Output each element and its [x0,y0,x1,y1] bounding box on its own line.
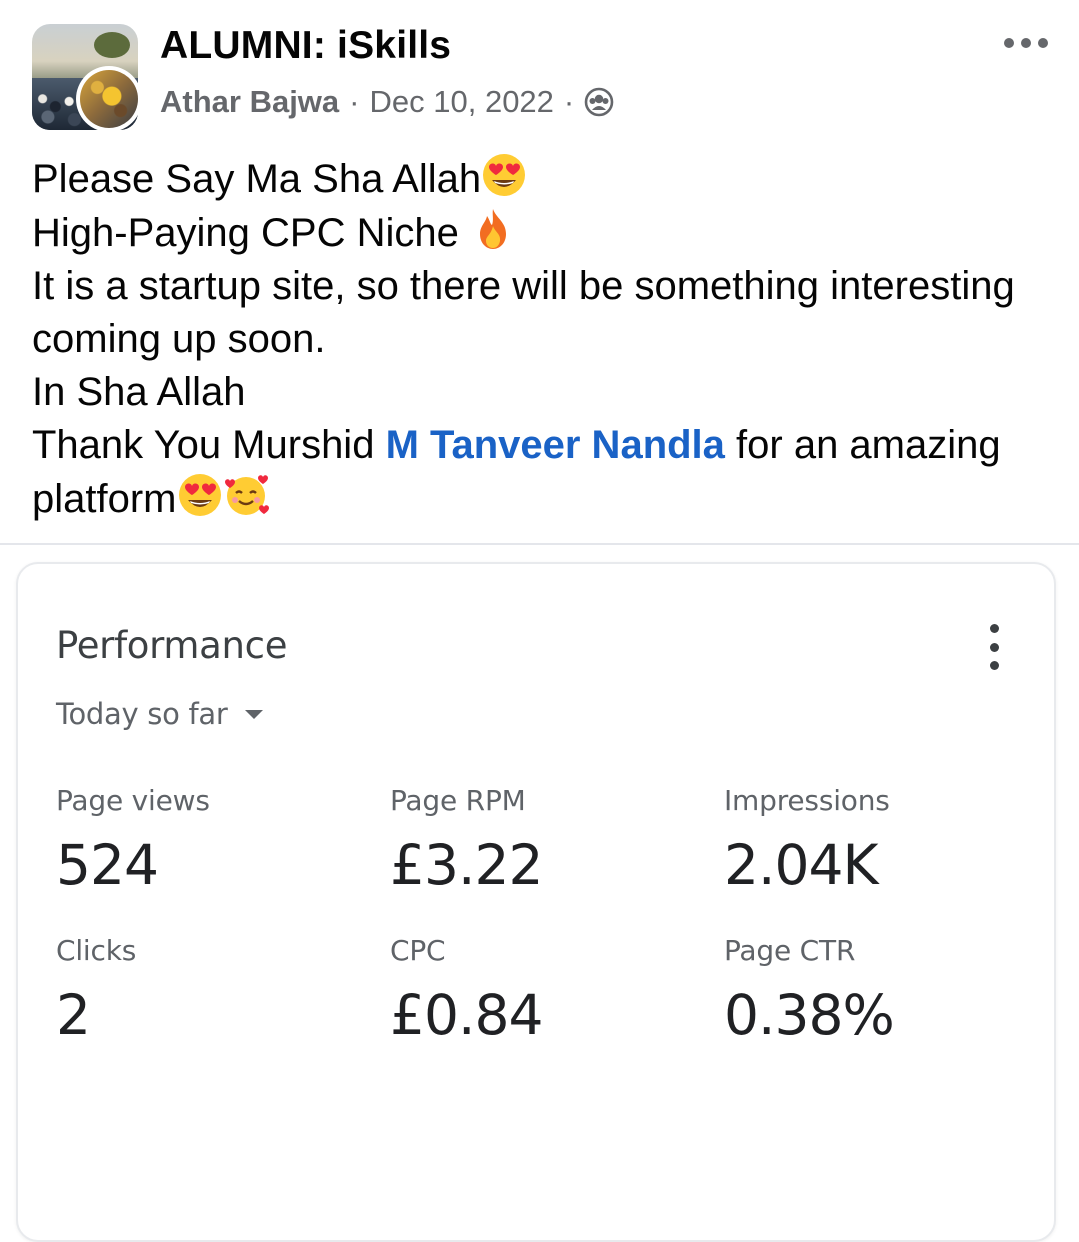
metric-clicks: Clicks 2 [56,934,136,1047]
metric-label: Page views [56,784,210,817]
card-title: Performance [56,624,288,667]
post-date[interactable]: Dec 10, 2022 [370,84,554,120]
performance-card[interactable]: Performance Today so far Page views 524 … [16,562,1056,1242]
post-line: High-Paying CPC Niche [32,206,1042,260]
more-options-dot [1021,38,1031,48]
metric-page-views: Page views 524 [56,784,210,897]
caret-down-icon [245,709,264,719]
date-range-label: Today so far [56,697,228,731]
metric-label: Impressions [724,784,890,817]
mention-link[interactable]: M Tanveer Nandla [386,423,725,467]
post-divider [0,543,1079,545]
vertical-more-icon [989,624,999,633]
post-meta: Athar Bajwa · Dec 10, 2022 · [160,84,614,120]
thanks-prefix: Thank You Murshid [32,423,386,467]
heart-eyes-emoji [178,474,221,516]
post-line-text: High-Paying CPC Niche [32,211,470,255]
post-line: Please Say Ma Sha Allah [32,152,1042,206]
metric-label: Clicks [56,934,137,967]
metric-value: £3.22 [390,833,543,897]
card-menu-button[interactable] [984,624,1004,670]
author-name[interactable]: Athar Bajwa [160,84,339,120]
metric-value: £0.84 [390,983,543,1047]
post-line-text: Please Say Ma Sha Allah [32,157,482,201]
metric-value: 0.38% [724,983,895,1047]
metric-value: 2 [56,983,91,1047]
more-options-icon [1004,38,1014,48]
group-name[interactable]: ALUMNI: iSkills [160,24,451,68]
vertical-more-dot [989,642,999,652]
metric-value: 524 [56,833,159,897]
meta-separator: · [349,84,360,119]
meta-separator: · [563,84,575,119]
author-avatar-image [80,70,138,128]
vertical-more-dot [989,661,999,670]
heart-eyes-emoji [483,154,526,196]
metric-impressions: Impressions 2.04K [724,784,890,897]
group-privacy-icon [584,87,614,117]
metric-label: Page CTR [724,934,856,967]
metric-page-rpm: Page RPM £3.22 [390,784,543,897]
author-avatar[interactable] [76,66,142,132]
metric-page-ctr: Page CTR 0.38% [724,934,895,1047]
post-line: Thank You Murshid M Tanveer Nandla for a… [32,419,1042,526]
post-line: In Sha Allah [32,370,246,414]
metric-label: Page RPM [390,784,526,817]
fire-emoji [479,209,506,249]
post-header: ALUMNI: iSkills Athar Bajwa · Dec 10, 20… [0,0,1079,140]
date-range-dropdown[interactable]: Today so far [56,697,264,731]
metric-cpc: CPC £0.84 [390,934,543,1047]
post-body: Please Say Ma Sha Allah High-Paying CPC … [32,152,1042,526]
post-line: It is a startup site, so there will be s… [32,264,1015,361]
metric-label: CPC [390,934,446,967]
metric-value: 2.04K [724,833,879,897]
smiling-face-with-hearts-emoji [224,475,269,515]
more-options-button[interactable] [996,28,1056,58]
group-photo-tree [94,32,130,58]
more-options-dot [1038,38,1048,48]
